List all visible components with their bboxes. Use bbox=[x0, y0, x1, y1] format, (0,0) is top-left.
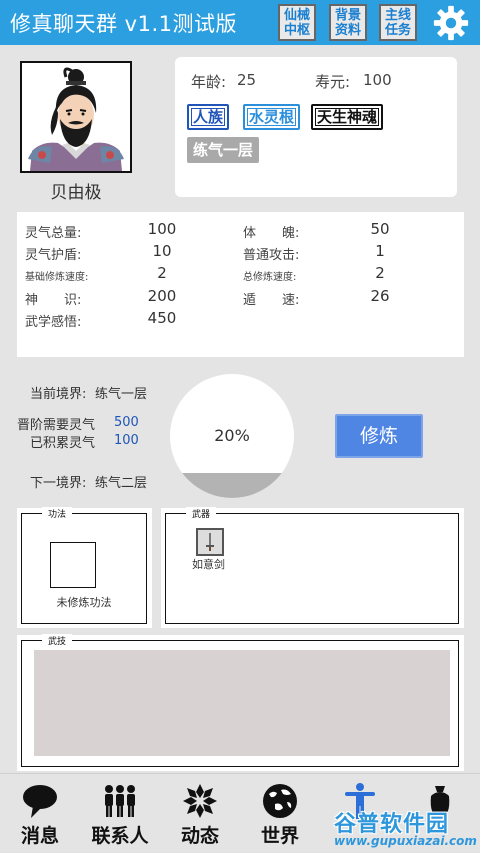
weapon-title: 武器 bbox=[186, 507, 217, 520]
portrait-image bbox=[28, 67, 124, 171]
age-label: 年龄: bbox=[191, 73, 227, 91]
required-qi-label: 晋阶需要灵气 bbox=[17, 418, 96, 433]
weapon-name: 如意剑 bbox=[192, 558, 225, 571]
stat-value: 26 bbox=[370, 287, 390, 305]
speech-bubble-icon bbox=[23, 785, 57, 818]
stat-label: 武学感悟: bbox=[25, 315, 82, 330]
lifespan-value: 100 bbox=[363, 71, 392, 89]
gear-icon[interactable] bbox=[431, 4, 471, 42]
globe-icon bbox=[263, 784, 297, 818]
nav-messages-label: 消息 bbox=[20, 825, 59, 847]
stat-value: 2 bbox=[157, 264, 167, 282]
stat-label: 普通攻击: bbox=[243, 248, 300, 263]
stat-label: 神 识: bbox=[25, 293, 82, 308]
spirit-root-tag: 水灵根 bbox=[243, 104, 301, 130]
stat-value: 1 bbox=[375, 242, 385, 260]
accumulated-qi-value: 100 bbox=[114, 433, 139, 448]
main-quest-label-1: 主线 bbox=[384, 8, 411, 23]
martial-arts-frame: 武技 bbox=[21, 634, 459, 767]
accumulated-qi-label: 已积累灵气 bbox=[30, 436, 96, 451]
sword-icon[interactable] bbox=[196, 528, 224, 556]
background-info-button[interactable]: 背景 资料 bbox=[329, 4, 367, 41]
current-realm-value: 练气一层 bbox=[95, 387, 148, 402]
nav-moments-label: 动态 bbox=[180, 825, 219, 847]
snowflake-icon bbox=[183, 784, 217, 818]
progress-fill bbox=[170, 473, 294, 498]
next-realm-label: 下一境界: bbox=[30, 476, 87, 491]
background-info-label-2: 资料 bbox=[334, 23, 361, 38]
stat-value: 450 bbox=[147, 309, 177, 327]
watermark: 谷普软件园 www.gupuxiazai.com bbox=[320, 806, 478, 850]
weapon-frame: 武器 如意剑 bbox=[165, 507, 459, 624]
profile-info-card: 年龄: 25 寿元: 100 人族 水灵根 天生神魂 练气一层 bbox=[175, 57, 457, 197]
stat-label: 灵气护盾: bbox=[25, 248, 82, 263]
top-bar: 修真聊天群 v1.1测试版 仙械 中枢 背景 资料 主线 任务 bbox=[0, 0, 480, 45]
age-value: 25 bbox=[237, 71, 257, 89]
character-name: 贝由极 bbox=[50, 183, 102, 203]
stat-value: 100 bbox=[147, 220, 177, 238]
lifespan-label: 寿元: bbox=[315, 73, 351, 91]
device-hub-button[interactable]: 仙械 中枢 bbox=[278, 4, 316, 41]
app-title: 修真聊天群 v1.1测试版 bbox=[10, 12, 237, 36]
required-qi-value: 500 bbox=[114, 415, 139, 430]
technique-panel: 功法 未修炼功法 bbox=[17, 507, 152, 628]
stat-value: 10 bbox=[152, 242, 172, 260]
nav-contacts-label: 联系人 bbox=[91, 825, 149, 847]
technique-title: 功法 bbox=[42, 507, 73, 520]
soul-tag: 天生神魂 bbox=[311, 104, 384, 130]
watermark-url: www.gupuxiazai.com bbox=[334, 834, 477, 848]
people-icon bbox=[105, 785, 135, 817]
main-quest-button[interactable]: 主线 任务 bbox=[379, 4, 417, 41]
technique-frame: 功法 未修炼功法 bbox=[21, 507, 147, 624]
race-tag: 人族 bbox=[187, 104, 230, 130]
martial-arts-list bbox=[34, 650, 450, 756]
stats-panel: 灵气总量: 100 体 魄: 50 灵气护盾: 10 普通攻击: 1 基础修炼速… bbox=[17, 212, 464, 357]
progress-percent: 20% bbox=[214, 426, 250, 445]
technique-slot[interactable] bbox=[50, 542, 96, 588]
nav-messages[interactable]: 消息 bbox=[0, 774, 80, 853]
character-portrait[interactable] bbox=[20, 61, 132, 173]
weapon-panel: 武器 如意剑 bbox=[161, 507, 464, 628]
device-hub-label-2: 中枢 bbox=[283, 23, 310, 38]
nav-contacts[interactable]: 联系人 bbox=[80, 774, 160, 853]
stat-label: 遁 速: bbox=[243, 293, 300, 308]
next-realm-value: 练气二层 bbox=[95, 476, 148, 491]
background-info-label-1: 背景 bbox=[334, 8, 361, 23]
nav-moments[interactable]: 动态 bbox=[160, 774, 240, 853]
stat-value: 50 bbox=[370, 220, 390, 238]
stat-value: 200 bbox=[147, 287, 177, 305]
technique-empty-label: 未修炼功法 bbox=[56, 596, 112, 609]
martial-arts-panel: 武技 bbox=[17, 634, 464, 771]
cultivation-progress-orb: 20% bbox=[170, 374, 294, 498]
device-hub-label-1: 仙械 bbox=[283, 8, 310, 23]
current-realm-label: 当前境界: bbox=[30, 387, 87, 402]
main-quest-label-2: 任务 bbox=[384, 23, 411, 38]
stat-label: 总修炼速度: bbox=[243, 272, 297, 283]
nav-world[interactable]: 世界 bbox=[240, 774, 320, 853]
level-tag: 练气一层 bbox=[187, 137, 260, 163]
stat-value: 2 bbox=[375, 264, 385, 282]
martial-arts-title: 武技 bbox=[42, 634, 73, 647]
nav-world-label: 世界 bbox=[260, 825, 299, 847]
stat-label: 基础修炼速度: bbox=[25, 272, 89, 283]
stat-label: 灵气总量: bbox=[25, 226, 82, 241]
cultivate-button[interactable]: 修炼 bbox=[335, 414, 423, 458]
stat-label: 体 魄: bbox=[243, 226, 300, 241]
